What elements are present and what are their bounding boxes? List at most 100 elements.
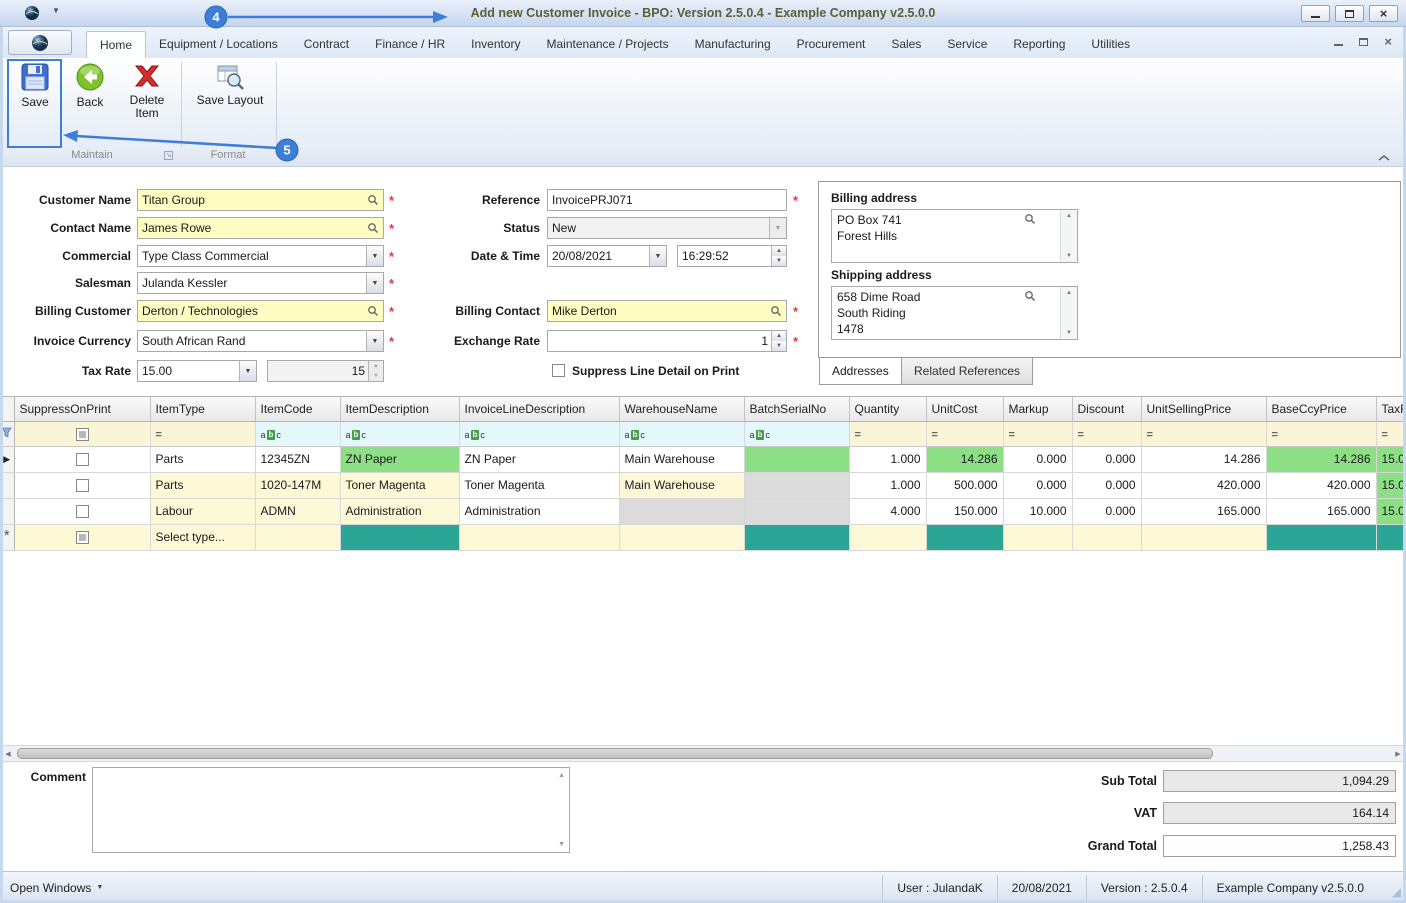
- up-arrow-icon[interactable]: ▲: [1066, 213, 1072, 219]
- search-icon[interactable]: [1024, 213, 1036, 228]
- cell-itemcode[interactable]: 1020-147M: [255, 472, 340, 498]
- filter-invoicelinedescription[interactable]: abc: [459, 421, 619, 446]
- tab-home[interactable]: Home: [86, 31, 146, 58]
- cell-markup[interactable]: [1003, 524, 1072, 550]
- down-arrow-icon[interactable]: ▼: [1066, 330, 1072, 336]
- chevron-down-icon[interactable]: ▼: [649, 246, 666, 266]
- cell-itemcode[interactable]: 12345ZN: [255, 446, 340, 472]
- child-close-icon[interactable]: ×: [1384, 35, 1392, 48]
- cell-quantity[interactable]: 4.000: [849, 498, 926, 524]
- child-restore-icon[interactable]: [1359, 38, 1368, 46]
- filter-taxrate[interactable]: =: [1376, 421, 1406, 446]
- filter-warehousename[interactable]: abc: [619, 421, 744, 446]
- down-arrow-icon[interactable]: ▼: [772, 341, 786, 351]
- billing-address-box[interactable]: PO Box 741 Forest Hills: [831, 209, 1078, 263]
- save-button[interactable]: Save: [8, 62, 62, 109]
- filter-discount[interactable]: =: [1072, 421, 1141, 446]
- tax-rate-dropdown[interactable]: 15.00 ▼: [137, 360, 257, 382]
- cell-unitsellingprice[interactable]: 420.000: [1141, 472, 1266, 498]
- cell-discount[interactable]: 0.000: [1072, 446, 1141, 472]
- salesman-dropdown[interactable]: Julanda Kessler ▼: [137, 272, 384, 294]
- cell-invoicelinedescription[interactable]: [459, 524, 619, 550]
- suppress-line-detail-checkbox[interactable]: [552, 364, 565, 377]
- application-button[interactable]: [8, 30, 72, 55]
- filter-batchserialno[interactable]: abc: [744, 421, 849, 446]
- date-field[interactable]: 20/08/2021 ▼: [547, 245, 667, 267]
- cell-taxrate[interactable]: 15.00: [1376, 472, 1406, 498]
- cell-taxrate[interactable]: 15.00: [1376, 446, 1406, 472]
- cell-suppress[interactable]: [14, 446, 150, 472]
- cell-unitcost[interactable]: 500.000: [926, 472, 1003, 498]
- column-header-quantity[interactable]: Quantity: [849, 397, 926, 421]
- collapse-ribbon-icon[interactable]: [1378, 151, 1390, 165]
- cell-invoicelinedescription[interactable]: Toner Magenta: [459, 472, 619, 498]
- filter-unitsellingprice[interactable]: =: [1141, 421, 1266, 446]
- billing-contact-field[interactable]: Mike Derton: [547, 300, 787, 322]
- checkbox-indeterminate[interactable]: [76, 531, 89, 544]
- cell-quantity[interactable]: [849, 524, 926, 550]
- search-icon[interactable]: [363, 190, 383, 210]
- column-header-itemtype[interactable]: ItemType: [150, 397, 255, 421]
- back-button[interactable]: Back: [64, 62, 116, 109]
- cell-warehousename[interactable]: [619, 524, 744, 550]
- billing-address-scrollbar[interactable]: ▲ ▼: [1060, 210, 1077, 262]
- tab-inventory[interactable]: Inventory: [458, 31, 533, 58]
- cell-batchserialno[interactable]: [744, 446, 849, 472]
- chevron-down-icon[interactable]: ▼: [366, 246, 383, 266]
- cell-unitsellingprice[interactable]: [1141, 524, 1266, 550]
- search-icon[interactable]: [1024, 290, 1036, 305]
- cell-unitcost[interactable]: 14.286: [926, 446, 1003, 472]
- cell-itemdescription[interactable]: Toner Magenta: [340, 472, 459, 498]
- filter-suppressonprint[interactable]: [14, 421, 150, 446]
- cell-markup[interactable]: 0.000: [1003, 446, 1072, 472]
- cell-quantity[interactable]: 1.000: [849, 472, 926, 498]
- cell-taxrate[interactable]: 15.00: [1376, 498, 1406, 524]
- column-header-unitsellingprice[interactable]: UnitSellingPrice: [1141, 397, 1266, 421]
- invoice-currency-dropdown[interactable]: South African Rand ▼: [137, 330, 384, 352]
- cell-baseccyprice[interactable]: 165.000: [1266, 498, 1376, 524]
- up-arrow-icon[interactable]: ▲: [558, 772, 565, 779]
- down-arrow-icon[interactable]: ▼: [772, 256, 786, 266]
- chevron-down-icon[interactable]: ▼: [366, 273, 383, 293]
- maximize-button[interactable]: [1335, 5, 1364, 22]
- column-header-baseccyprice[interactable]: BaseCcyPrice: [1266, 397, 1376, 421]
- filter-itemcode[interactable]: abc: [255, 421, 340, 446]
- cell-unitsellingprice[interactable]: 165.000: [1141, 498, 1266, 524]
- tab-related-references[interactable]: Related References: [901, 358, 1033, 385]
- resize-grip-icon[interactable]: ◢: [1392, 885, 1401, 899]
- cell-invoicelinedescription[interactable]: ZN Paper: [459, 446, 619, 472]
- child-minimize-icon[interactable]: [1334, 44, 1343, 46]
- group-dialog-launcher-icon[interactable]: ↘: [164, 151, 173, 160]
- search-icon[interactable]: [363, 218, 383, 238]
- cell-invoicelinedescription[interactable]: Administration: [459, 498, 619, 524]
- open-windows-dropdown[interactable]: Open Windows ▼: [10, 872, 103, 903]
- up-arrow-icon[interactable]: ▲: [1066, 290, 1072, 296]
- filter-itemtype[interactable]: =: [150, 421, 255, 446]
- up-arrow-icon[interactable]: ▲: [772, 246, 786, 256]
- cell-discount[interactable]: 0.000: [1072, 498, 1141, 524]
- cell-itemtype[interactable]: Labour: [150, 498, 255, 524]
- down-arrow-icon[interactable]: ▼: [558, 841, 565, 848]
- search-icon[interactable]: [363, 301, 383, 321]
- cell-discount[interactable]: 0.000: [1072, 472, 1141, 498]
- cell-baseccyprice[interactable]: 14.286: [1266, 446, 1376, 472]
- save-layout-button[interactable]: Save Layout: [188, 62, 272, 107]
- cell-unitcost[interactable]: 150.000: [926, 498, 1003, 524]
- tab-maintenance-projects[interactable]: Maintenance / Projects: [534, 31, 682, 58]
- column-header-itemdescription[interactable]: ItemDescription: [340, 397, 459, 421]
- search-icon[interactable]: [766, 301, 786, 321]
- down-arrow-icon[interactable]: ▼: [1066, 253, 1072, 259]
- tab-finance-hr[interactable]: Finance / HR: [362, 31, 458, 58]
- tab-manufacturing[interactable]: Manufacturing: [682, 31, 784, 58]
- horizontal-scrollbar[interactable]: ◀ ▶: [0, 745, 1406, 762]
- cell-itemtype[interactable]: Parts: [150, 472, 255, 498]
- column-header-invoicelinedescription[interactable]: InvoiceLineDescription: [459, 397, 619, 421]
- contact-name-field[interactable]: James Rowe: [137, 217, 384, 239]
- time-field[interactable]: 16:29:52 ▲▼: [677, 245, 787, 267]
- minimize-button[interactable]: [1301, 5, 1330, 22]
- tab-reporting[interactable]: Reporting: [1000, 31, 1078, 58]
- cell-itemdescription[interactable]: ZN Paper: [340, 446, 459, 472]
- column-header-batchserialno[interactable]: BatchSerialNo: [744, 397, 849, 421]
- checkbox-indeterminate[interactable]: [76, 428, 89, 441]
- cell-itemcode[interactable]: ADMN: [255, 498, 340, 524]
